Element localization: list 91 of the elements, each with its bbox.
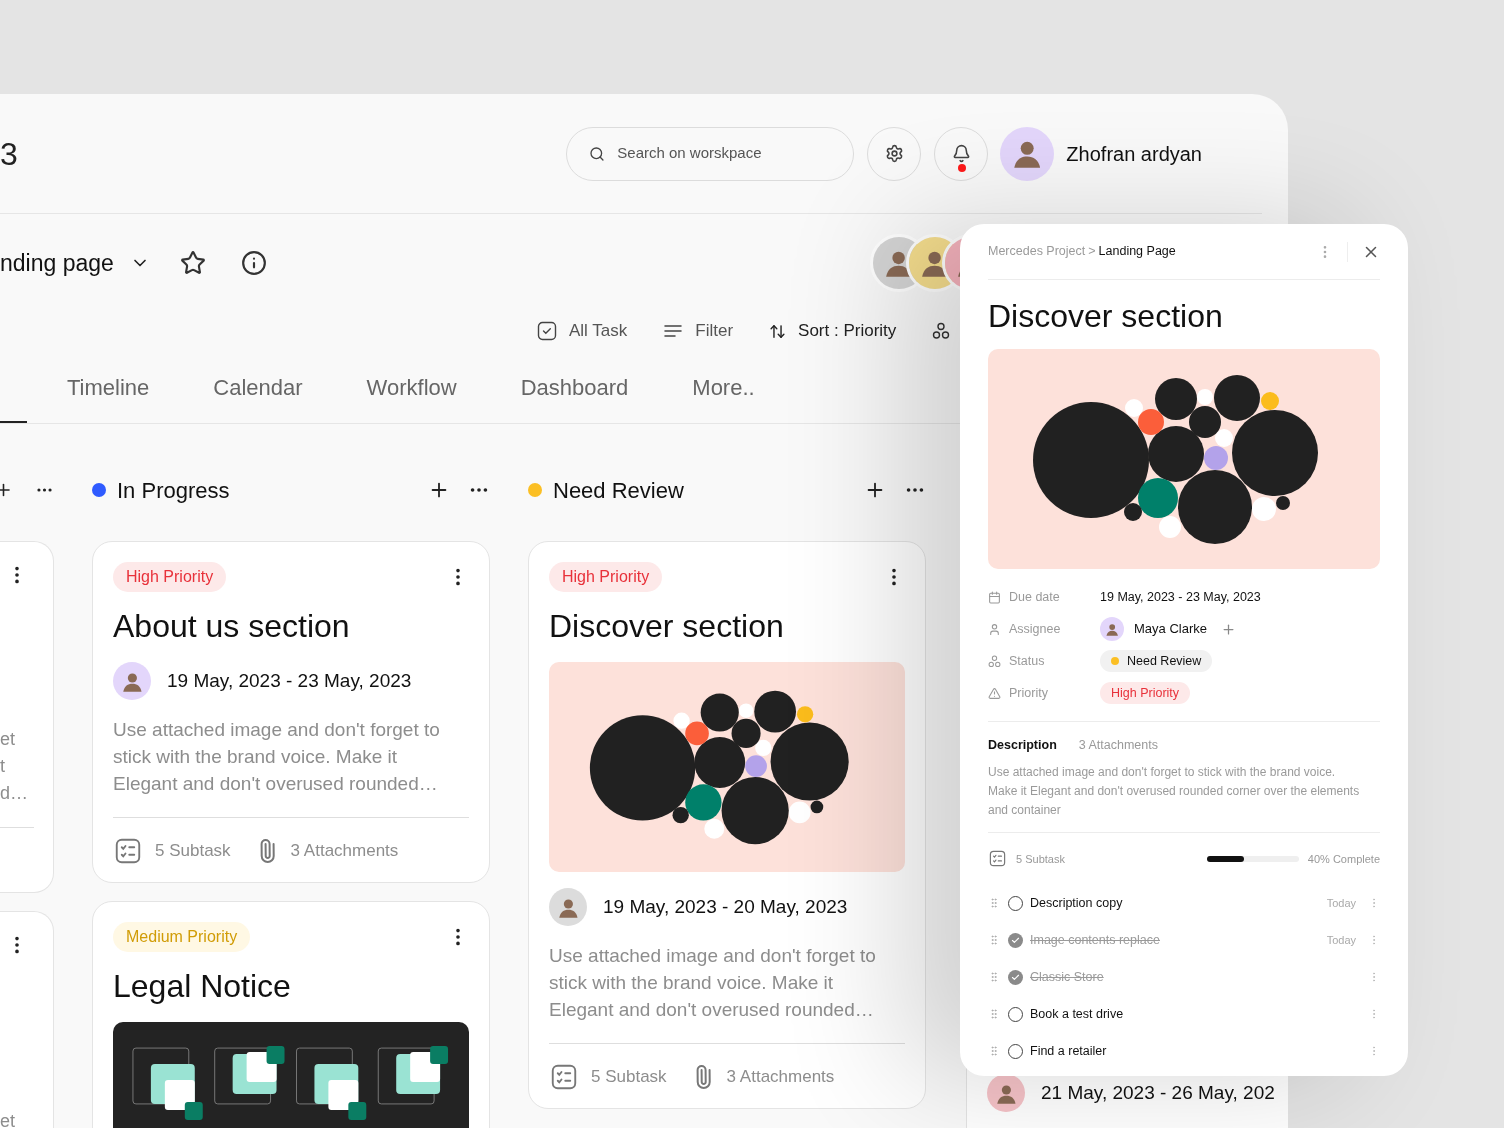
- avatar: [113, 662, 151, 700]
- column-title: In Progress: [117, 476, 230, 505]
- subtask-count: 5 Subtask: [155, 840, 231, 863]
- calendar-icon: [988, 590, 1001, 604]
- checklist-icon: [988, 849, 1007, 869]
- drag-handle-icon[interactable]: [988, 1007, 1000, 1022]
- view-tab[interactable]: Timeline: [67, 371, 150, 423]
- check-icon: [1011, 935, 1020, 945]
- text-fragment: t: [0, 755, 6, 778]
- avatar: [549, 888, 587, 926]
- task-card[interactable]: et: [0, 911, 54, 1128]
- priority-tag: High Priority: [549, 562, 663, 592]
- task-card[interactable]: et t d…: [0, 541, 54, 893]
- user-name: Zhofran ardyan: [1066, 141, 1202, 167]
- subtask-label: Classic Store: [1030, 968, 1104, 986]
- warning-icon: [988, 686, 1001, 700]
- drag-handle-icon[interactable]: [988, 933, 1000, 948]
- column-title: Need Review: [553, 476, 684, 505]
- drag-handle-icon[interactable]: [988, 1044, 1000, 1059]
- date-range: 19 May, 2023 - 23 May, 2023: [167, 668, 412, 693]
- check-icon: [1011, 972, 1020, 982]
- field-label: Status: [1009, 652, 1045, 670]
- panel-title: Discover section: [988, 297, 1224, 336]
- description-text: Use attached image and don't forget to stick with the brand voice. Make it Elegant and don't overused rounded corner over the elements and container: [988, 763, 1360, 819]
- progress-label: 40% Complete: [1307, 851, 1380, 867]
- priority-tag: High Priority: [113, 562, 227, 592]
- description-tab[interactable]: Description: [988, 736, 1057, 755]
- subtask-checkbox[interactable]: [1008, 969, 1023, 985]
- star-icon[interactable]: [179, 250, 206, 276]
- card-title: Discover section: [549, 607, 785, 646]
- date-range: 21 May, 2023 - 26 May, 202: [1041, 1080, 1275, 1105]
- text-fragment: et: [0, 728, 16, 751]
- task-card[interactable]: High Priority About us section 19 May, 2023 - 23 May, 2023 Use attached image and don't forget to stick with the brand voice. Make it Elegant and don't overused rounded… 5 Subtask 3 Attachments: [92, 541, 490, 883]
- view-tab[interactable]: More..: [692, 371, 755, 423]
- project-name[interactable]: nding page: [0, 245, 114, 281]
- text-fragment: et: [0, 1110, 16, 1128]
- attachment-count: 3 Attachments: [290, 840, 399, 863]
- due-label: Today: [1326, 933, 1356, 948]
- bell-icon: [951, 144, 971, 163]
- filter-icon: [663, 323, 684, 339]
- breadcrumb-separator: >: [1088, 243, 1096, 261]
- attachment-count: 3 Attachments: [726, 1066, 835, 1089]
- field-label: Priority: [1009, 684, 1048, 702]
- view-tab[interactable]: Dashboard: [520, 371, 629, 423]
- subtask-label: Book a test drive: [1030, 1005, 1124, 1023]
- text-fragment: d…: [0, 782, 29, 805]
- breadcrumb-current: Landing Page: [1098, 243, 1176, 261]
- drag-handle-icon[interactable]: [988, 896, 1000, 911]
- card-description: Use attached image and don't forget to stick with the brand voice. Make it Elegant and don't overused rounded…: [113, 718, 441, 796]
- due-label: Today: [1326, 896, 1356, 911]
- subtask-label: Description copy: [1030, 894, 1123, 912]
- drag-handle-icon[interactable]: [988, 970, 1000, 985]
- toolbar-button[interactable]: Sort : Priority: [769, 318, 897, 344]
- field-value: 19 May, 2023 - 23 May, 2023: [1100, 588, 1261, 606]
- field-label: Due date: [1009, 588, 1060, 606]
- task-card[interactable]: Medium Priority Legal Notice: [92, 901, 490, 1128]
- settings-icon: [884, 144, 904, 163]
- priority-tag: High Priority: [1100, 682, 1191, 704]
- view-tab[interactable]: Workflow: [366, 371, 457, 423]
- card-title: Legal Notice: [113, 967, 292, 1006]
- group-icon[interactable]: [932, 322, 951, 340]
- card-description: Use attached image and don't forget to stick with the brand voice. Make it Elegant and don't overused rounded…: [549, 944, 877, 1022]
- sort-icon: [769, 322, 787, 340]
- toolbar-button[interactable]: Filter: [663, 318, 734, 344]
- subtask-label: Image contents replace: [1030, 931, 1160, 949]
- search-icon: [589, 144, 606, 163]
- subtask-label: Find a retailer: [1030, 1042, 1107, 1060]
- avatar: [1100, 617, 1124, 641]
- checklist-icon: [549, 1062, 579, 1092]
- field-label: Assignee: [1009, 620, 1061, 638]
- subtask-count: 5 Subtask: [591, 1066, 667, 1089]
- info-icon[interactable]: [240, 250, 267, 276]
- avatar: [987, 1074, 1025, 1112]
- checkbox-icon: [537, 321, 557, 341]
- toolbar-button[interactable]: All Task: [537, 318, 628, 344]
- checklist-icon: [113, 836, 143, 866]
- assignee-name: Maya Clarke: [1134, 620, 1207, 639]
- date-range: 19 May, 2023 - 20 May, 2023: [603, 894, 848, 919]
- status-icon: [988, 654, 1001, 668]
- view-tab[interactable]: Calendar: [213, 371, 303, 423]
- card-title: About us section: [113, 607, 351, 646]
- status-badge: Need Review: [1100, 650, 1213, 672]
- subtask-count: 5 Subtask: [1016, 851, 1065, 867]
- breadcrumb-link[interactable]: Mercedes Project: [988, 242, 1086, 261]
- page-title: 3: [0, 134, 18, 174]
- subtask-checkbox[interactable]: [1008, 932, 1023, 948]
- task-card[interactable]: High Priority Discover section 19 May, 2023 - 20 May, 2023 Use attached image and don't forget to stick with the brand voice. Make it Elegant and don't overused rounded… 5 Subtask 3 Attachments: [528, 541, 926, 1109]
- user-icon: [988, 622, 1001, 636]
- priority-tag: Medium Priority: [113, 922, 251, 952]
- attachments-tab[interactable]: 3 Attachments: [1078, 736, 1158, 755]
- search-input[interactable]: Search on worskpace: [617, 142, 832, 165]
